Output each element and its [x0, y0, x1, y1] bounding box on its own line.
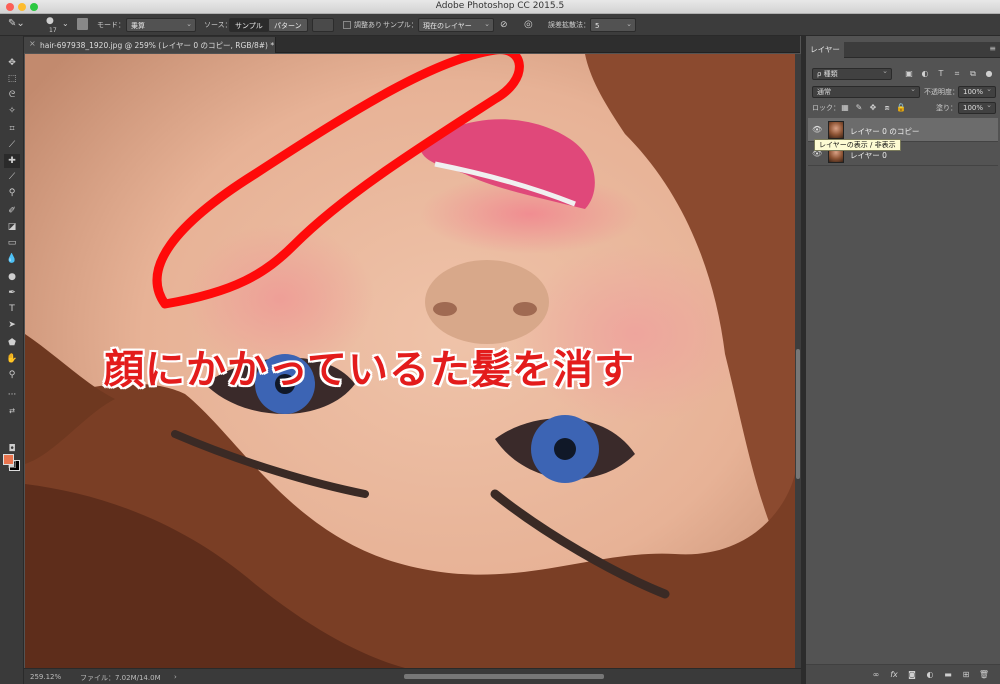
hair-top-right — [585, 54, 795, 574]
lock-row: ロック： ▦ ✎ ✥ ⧈ 🔒 塗り： 100% — [808, 100, 998, 116]
diffusion-label: 誤差拡散法： — [548, 21, 590, 29]
mode-select[interactable]: 乗算 — [126, 17, 196, 32]
adjustment-layer-icon[interactable]: ◐ — [924, 669, 936, 681]
opacity-input[interactable]: 100% — [958, 84, 996, 98]
delete-layer-icon[interactable]: 🗑 — [978, 669, 990, 681]
file-size: ファイル：7.02M/14.0M — [80, 674, 161, 682]
marquee-tool-icon[interactable]: ⬚ — [4, 72, 20, 86]
lasso-tool-icon[interactable]: ᘓ — [4, 88, 20, 102]
ignore-adjustment-icon[interactable]: ⊘ — [500, 18, 508, 32]
status-bar: 259.12% ファイル：7.02M/14.0M › — [24, 668, 801, 684]
nose — [425, 260, 549, 344]
tab-layers[interactable]: レイヤー — [806, 42, 844, 58]
layer-thumbnail — [828, 121, 844, 139]
new-layer-icon[interactable]: ⊞ — [960, 669, 972, 681]
status-arrow-icon[interactable]: › — [174, 673, 177, 681]
blur-tool-icon[interactable]: 💧 — [4, 252, 20, 266]
caption-text: 顔にかかっているた髪を消す — [104, 347, 635, 393]
pattern-picker[interactable] — [312, 18, 334, 32]
nostril-left — [433, 302, 457, 316]
chevron-down-icon[interactable]: ⌄ — [62, 17, 69, 31]
sample-select[interactable]: 現在のレイヤー — [418, 17, 494, 32]
clone-stamp-tool-icon[interactable]: ⚲ — [4, 186, 20, 200]
filter-toggle-icon[interactable]: ● — [984, 69, 994, 79]
lock-artboard-icon[interactable]: ⧈ — [882, 103, 892, 113]
shape-tool-icon[interactable]: ⬟ — [4, 336, 20, 350]
more-tools-icon[interactable]: ··· — [4, 388, 20, 402]
layers-panel-header: レイヤー ≡ — [806, 42, 1000, 58]
adjustment-filter-icon[interactable]: ◐ — [920, 69, 930, 79]
dodge-tool-icon[interactable]: ● — [4, 270, 20, 284]
pixel-filter-icon[interactable]: ▣ — [904, 69, 914, 79]
lock-all-icon[interactable]: 🔒 — [896, 103, 906, 113]
type-filter-icon[interactable]: T — [936, 69, 946, 79]
close-icon[interactable]: × — [29, 39, 36, 48]
diffusion-select[interactable]: 5 — [590, 17, 636, 32]
sample-label: サンプル： — [383, 21, 418, 29]
layer-filter-row: ρ 種類 ▣ ◐ T ⌗ ⧉ ● — [808, 66, 998, 82]
quick-select-tool-icon[interactable]: ✧ — [4, 104, 20, 118]
tools-panel: ✥ ⬚ ᘓ ✧ ⌗ ⟋ ✚ ⟋ ⚲ ✐ ◪ ▭ 💧 ● ✒ T ➤ ⬟ ✋ ⚲ … — [0, 36, 24, 684]
title-bar: Adobe Photoshop CC 2015.5 — [0, 0, 1000, 14]
hand-tool-icon[interactable]: ✋ — [4, 352, 20, 366]
pen-tool-icon[interactable]: ✒ — [4, 286, 20, 300]
document-tab[interactable]: × hair-697938_1920.jpg @ 259% (レイヤー 0 のコ… — [24, 37, 276, 53]
fill-input[interactable]: 100% — [958, 100, 996, 114]
layer-name: レイヤー 0 — [850, 151, 887, 160]
brush-settings-icon[interactable] — [77, 18, 88, 30]
source-label: ソース： — [204, 21, 232, 29]
zoom-tool-icon[interactable]: ⚲ — [4, 368, 20, 382]
layers-panel: レイヤー ≡ ρ 種類 ▣ ◐ T ⌗ ⧉ ● 通常 不透明度： 100% ロッ… — [806, 36, 1000, 684]
document-tab-bar: × hair-697938_1920.jpg @ 259% (レイヤー 0 のコ… — [24, 36, 800, 53]
gradient-tool-icon[interactable]: ▭ — [4, 236, 20, 250]
document-title: hair-697938_1920.jpg @ 259% (レイヤー 0 のコピー… — [40, 41, 275, 50]
smart-object-filter-icon[interactable]: ⧉ — [968, 69, 978, 79]
layer-filter-select[interactable]: ρ 種類 — [812, 66, 892, 80]
path-select-tool-icon[interactable]: ➤ — [4, 318, 20, 332]
pressure-icon[interactable]: ◎ — [524, 18, 533, 32]
eye-right-pupil — [554, 438, 576, 460]
link-layers-icon[interactable]: ∞ — [870, 669, 882, 681]
zoom-level[interactable]: 259.12% — [30, 673, 61, 681]
eraser-tool-icon[interactable]: ◪ — [4, 220, 20, 234]
vertical-scroll-thumb[interactable] — [796, 349, 800, 479]
panel-menu-icon[interactable]: ≡ — [989, 44, 996, 53]
layer-name: レイヤー 0 のコピー — [850, 127, 920, 136]
horizontal-scroll-thumb[interactable] — [404, 674, 604, 679]
layers-panel-footer: ∞ fx ◙ ◐ ▬ ⊞ 🗑 — [806, 664, 1000, 684]
foreground-color-swatch[interactable] — [3, 454, 14, 465]
visibility-tooltip: レイヤーの表示 / 非表示 — [814, 139, 901, 151]
move-tool-icon[interactable]: ✥ — [4, 56, 20, 70]
blend-row: 通常 不透明度： 100% — [808, 84, 998, 100]
options-bar: ✎⌄ ● 17 ⌄ モード： 乗算 ソース： サンプル パターン 調整あり サン… — [0, 14, 1000, 36]
spot-healing-tool-icon[interactable]: ✚ — [4, 154, 20, 168]
crop-tool-icon[interactable]: ⌗ — [4, 122, 20, 136]
lock-transparent-icon[interactable]: ▦ — [840, 103, 850, 113]
lock-label: ロック： — [812, 104, 840, 112]
opacity-label: 不透明度： — [924, 88, 959, 96]
eye-icon[interactable]: 👁 — [812, 125, 822, 134]
nostril-right — [513, 302, 537, 316]
add-mask-icon[interactable]: ◙ — [906, 669, 918, 681]
new-group-icon[interactable]: ▬ — [942, 669, 954, 681]
swap-colors-icon[interactable]: ⇄ — [4, 404, 20, 418]
history-brush-tool-icon[interactable]: ✐ — [4, 204, 20, 218]
source-sampled-button[interactable]: サンプル — [229, 18, 269, 32]
fill-label: 塗り： — [936, 104, 957, 112]
lock-position-icon[interactable]: ✥ — [868, 103, 878, 113]
layer-style-icon[interactable]: fx — [888, 669, 900, 681]
source-pattern-button[interactable]: パターン — [268, 18, 308, 32]
app-title: Adobe Photoshop CC 2015.5 — [435, 1, 565, 11]
blend-mode-select[interactable]: 通常 — [812, 84, 920, 98]
brush-tool-icon[interactable]: ⟋ — [4, 170, 20, 184]
aligned-checkbox[interactable] — [343, 21, 351, 29]
aligned-label: 調整あり — [354, 21, 382, 29]
mode-label: モード： — [97, 21, 125, 29]
eyedropper-tool-icon[interactable]: ⟋ — [4, 138, 20, 152]
type-tool-icon[interactable]: T — [4, 302, 20, 316]
healing-brush-icon[interactable]: ✎⌄ — [8, 17, 25, 31]
shape-filter-icon[interactable]: ⌗ — [952, 69, 962, 79]
lock-pixels-icon[interactable]: ✎ — [854, 103, 864, 113]
